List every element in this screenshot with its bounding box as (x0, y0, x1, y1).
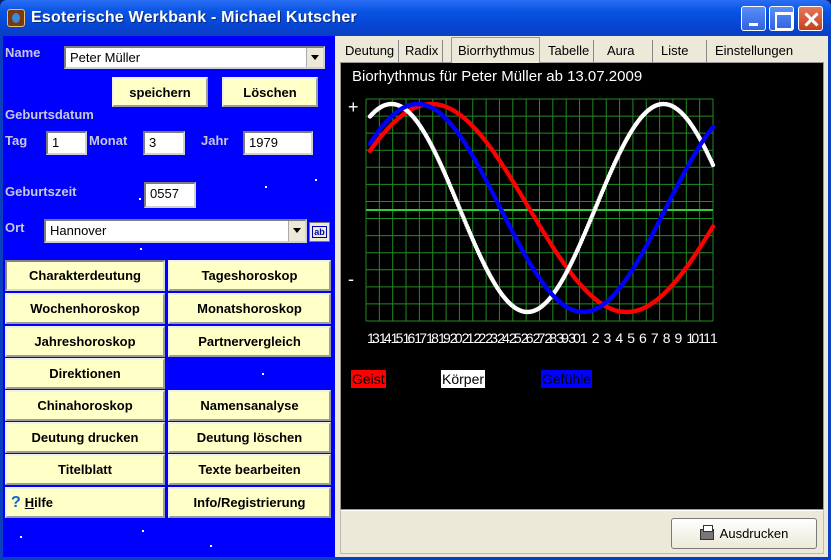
titelblatt-button[interactable]: Titelblatt (5, 454, 165, 485)
star-decoration (262, 373, 264, 375)
star-decoration (265, 186, 267, 188)
partnervergleich-button[interactable]: Partnervergleich (168, 326, 331, 357)
star-decoration (210, 545, 212, 547)
x-tick-label: 1 (580, 330, 588, 346)
hilfe-button[interactable]: ? Hilfe (5, 487, 165, 518)
month-label: Monat (89, 133, 128, 148)
x-tick-label: 9 (675, 330, 683, 346)
monatshoroskop-button[interactable]: Monatshoroskop (168, 293, 331, 324)
x-tick-label: 6 (639, 330, 647, 346)
series-point-körper (710, 162, 716, 168)
texte-bearbeiten-button[interactable]: Texte bearbeiten (168, 454, 331, 485)
window-title: Esoterische Werkbank - Michael Kutscher (31, 9, 357, 26)
year-input[interactable]: 1979 (243, 131, 313, 155)
hilfe-label-first: H (24, 495, 35, 510)
chevron-down-icon[interactable] (288, 221, 305, 241)
tab-radix[interactable]: Radix (399, 40, 444, 62)
bottom-bar: Ausdrucken (340, 510, 824, 554)
info-registrierung-button[interactable]: Info/Registrierung (168, 487, 331, 518)
star-decoration (315, 179, 317, 181)
birthtime-input[interactable]: 0557 (144, 182, 196, 208)
printer-icon (699, 525, 714, 540)
chevron-down-icon[interactable] (306, 48, 323, 67)
delete-button[interactable]: Löschen (222, 77, 318, 107)
tab-deutung[interactable]: Deutung (339, 40, 400, 62)
legend-item-1: Körper (441, 370, 486, 388)
series-point-gefühle (710, 124, 716, 130)
charakterdeutung-button[interactable]: Charakterdeutung (5, 260, 165, 291)
print-button-label: Ausdrucken (719, 526, 789, 541)
y-label-top: + (348, 97, 359, 117)
place-value: Hannover (50, 223, 107, 238)
biorhythm-chart: +-13 14 15 16 17 18 19 20 21 22 23 24 25 26 27 28 39 30 1 2… (348, 97, 718, 346)
series-point-geist (710, 224, 716, 229)
jahreshoroskop-button[interactable]: Jahreshoroskop (5, 326, 165, 357)
right-panel: Deutung Radix Biorrhythmus Tabelle Aura … (335, 36, 828, 557)
star-decoration (140, 248, 142, 250)
title-bar[interactable]: Esoterische Werkbank - Michael Kutscher (0, 0, 831, 36)
wochenhoroskop-button[interactable]: Wochenhoroskop (5, 293, 165, 324)
birthdate-label: Geburtsdatum (5, 107, 94, 122)
tab-biorrhythmus[interactable]: Biorrhythmus (451, 37, 540, 63)
legend-item-0: Geist (351, 370, 386, 388)
x-tick-label: 3 (604, 330, 612, 346)
star-decoration (139, 198, 141, 200)
place-combobox[interactable]: Hannover (44, 219, 307, 243)
tab-liste[interactable]: Liste (655, 40, 707, 62)
x-tick-label: 5 (627, 330, 635, 346)
star-decoration (20, 536, 22, 538)
minimize-button[interactable] (741, 6, 766, 31)
chinahoroskop-button[interactable]: Chinahoroskop (5, 390, 165, 421)
place-label: Ort (5, 220, 25, 235)
tab-tabelle[interactable]: Tabelle (542, 40, 595, 62)
day-input[interactable]: 1 (46, 131, 87, 155)
tab-einstellungen[interactable]: Einstellungen (709, 40, 797, 62)
tab-aura[interactable]: Aura (601, 40, 653, 62)
x-tick-label: 4 (615, 330, 623, 346)
direktionen-button[interactable]: Direktionen (5, 358, 165, 389)
save-button[interactable]: speichern (112, 77, 208, 107)
name-label: Name (5, 45, 41, 60)
x-tick-label: 2 (592, 330, 600, 346)
chart-title: Biorhythmus für Peter Müller ab 13.07.20… (352, 68, 643, 85)
maximize-button[interactable] (769, 6, 794, 31)
x-tick-label: 1 (710, 330, 718, 346)
star-decoration (142, 530, 144, 532)
day-label: Tag (5, 133, 28, 148)
deutung-loeschen-button[interactable]: Deutung löschen (168, 422, 331, 453)
name-value: Peter Müller (70, 50, 141, 65)
legend-item-2: Gefühle (541, 370, 593, 388)
tageshoroskop-button[interactable]: Tageshoroskop (168, 260, 331, 291)
left-panel: Name Peter Müller speichern Löschen Gebu… (3, 36, 335, 557)
birthtime-label: Geburtszeit (5, 184, 77, 199)
year-label: Jahr (201, 133, 229, 148)
close-button[interactable] (798, 6, 823, 31)
name-combobox[interactable]: Peter Müller (64, 46, 325, 69)
print-button[interactable]: Ausdrucken (671, 518, 817, 549)
biorhythm-panel: Biorhythmus für Peter Müller ab 13.07.20… (340, 62, 824, 510)
question-mark-icon: ? (11, 493, 21, 511)
x-tick-label: 7 (651, 330, 659, 346)
ab-text-icon[interactable]: ab (309, 222, 330, 242)
namensanalyse-button[interactable]: Namensanalyse (168, 390, 331, 421)
app-icon[interactable] (7, 9, 25, 27)
deutung-drucken-button[interactable]: Deutung drucken (5, 422, 165, 453)
x-tick-label: 8 (663, 330, 671, 346)
hilfe-label-rest: ilfe (34, 495, 53, 510)
month-input[interactable]: 3 (143, 131, 185, 155)
y-label-bottom: - (348, 269, 354, 289)
